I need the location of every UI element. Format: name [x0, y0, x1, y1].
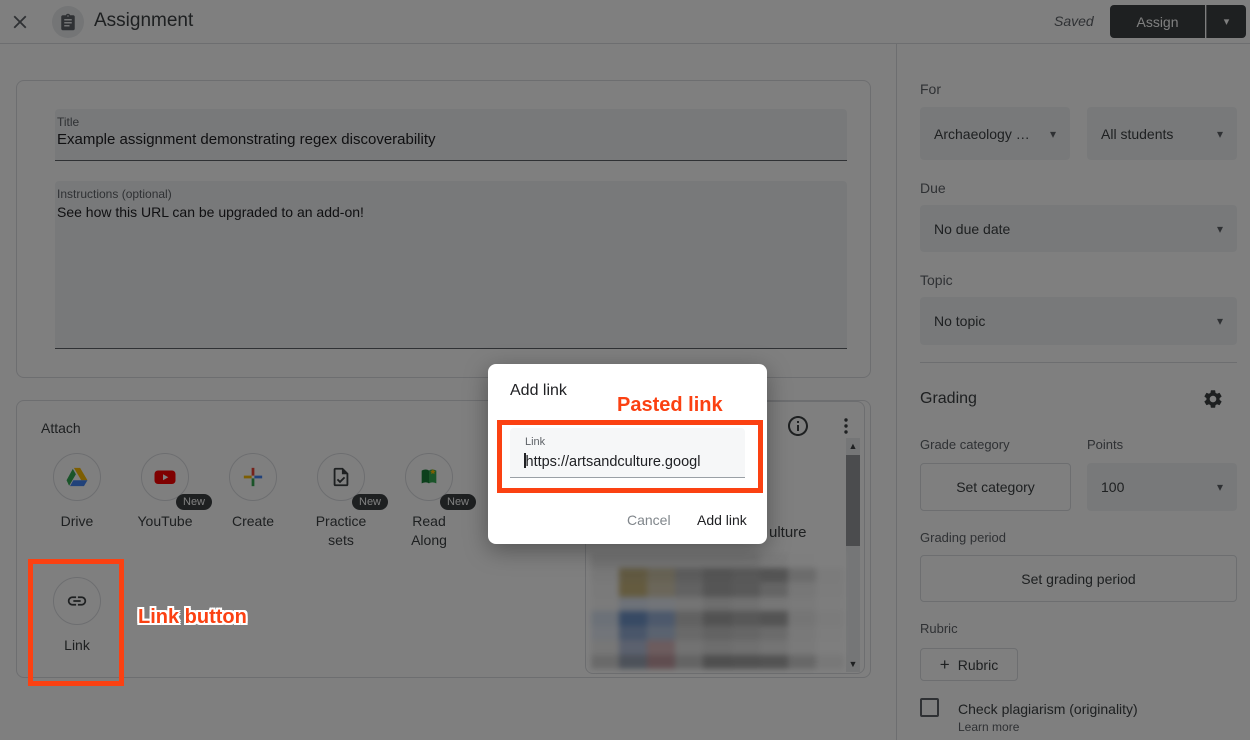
pasted-link-annotation: Pasted link	[617, 394, 723, 417]
link-button-highlight-rect	[28, 559, 124, 686]
add-link-button[interactable]: Add link	[697, 512, 747, 528]
cancel-button[interactable]: Cancel	[627, 512, 671, 528]
pasted-link-highlight-rect	[497, 420, 763, 493]
assignment-editor: Assignment Saved Assign ▾ Title Example …	[0, 0, 1250, 740]
link-button-annotation: Link button	[138, 606, 247, 629]
dialog-title: Add link	[510, 382, 567, 400]
